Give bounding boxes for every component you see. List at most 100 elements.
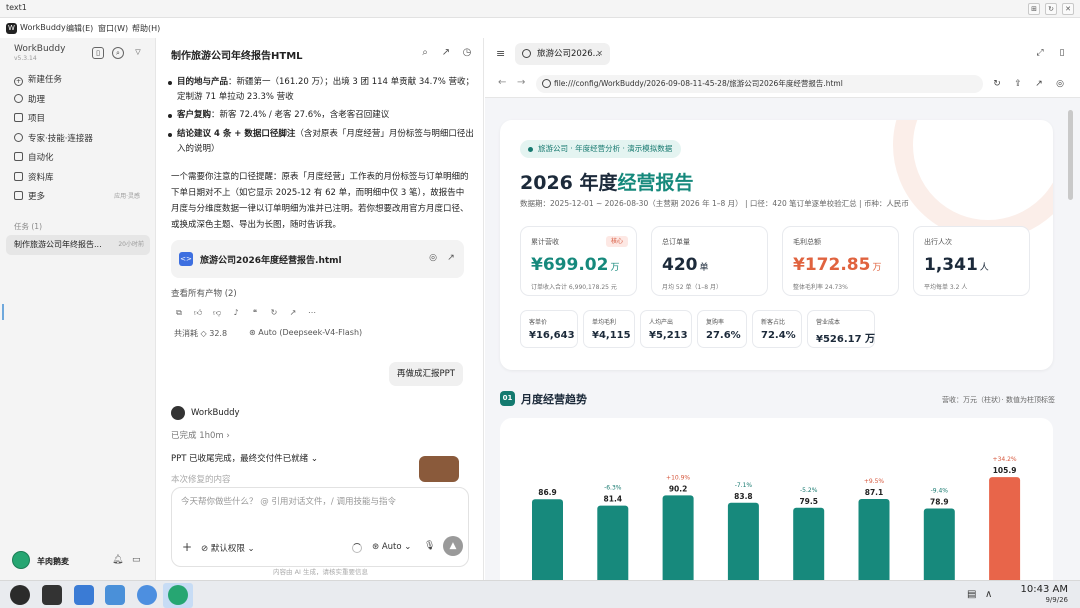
expert-icon bbox=[14, 133, 23, 142]
bar-change-label: -6.3% bbox=[604, 485, 622, 492]
sidebar-item-label: 助理 bbox=[28, 95, 46, 105]
microphone-icon[interactable]: 🎙︎ bbox=[424, 541, 435, 551]
more-icon[interactable]: ⋯ bbox=[307, 308, 317, 318]
sidebar: WorkBuddy v5.3.14 ▯ ⌕ ▽ + 新建任务 助理 项目 专家·技… bbox=[0, 38, 156, 580]
sidebar-item-more[interactable]: 更多 应用·灵感 bbox=[14, 188, 150, 206]
chat-panel: 制作旅游公司年终报告HTML ⌕ ↗ ◷ 目的地与产品：新疆第一（161.20 … bbox=[157, 38, 484, 580]
send-button[interactable]: ▲ bbox=[443, 536, 463, 556]
preview-pane: ≡ 旅游公司2026... ✕ ⤢ ▯ ← → file:///config/W… bbox=[485, 38, 1080, 580]
sidebar-version: v5.3.14 bbox=[14, 55, 37, 62]
speaker-icon[interactable]: ♪ bbox=[231, 308, 241, 318]
tab-bar: ≡ 旅游公司2026... ✕ ⤢ ▯ bbox=[485, 38, 1080, 70]
address-bar[interactable]: file:///config/WorkBuddy/2026-09-08-11-4… bbox=[536, 75, 983, 93]
close-tab-icon[interactable]: ✕ bbox=[596, 43, 603, 65]
share-icon[interactable]: ↗ bbox=[1032, 77, 1046, 91]
avatar bbox=[12, 551, 30, 569]
share-icon[interactable]: ↗ bbox=[288, 308, 298, 318]
browser-icon[interactable] bbox=[137, 585, 157, 605]
window-menu-icon[interactable]: ⊞ bbox=[1028, 3, 1040, 15]
chat-paragraph: 一个需要你注意的口径提醒：原表「月度经营」工作表的月份标签与订单明细的下单日期对… bbox=[171, 172, 469, 230]
menu-window[interactable]: 窗口(W) bbox=[98, 23, 128, 34]
sidebar-item-assistant[interactable]: 助理 bbox=[14, 91, 150, 109]
bar-value-label: 90.2 bbox=[669, 484, 688, 493]
final-message: PPT 已收尾完成，最终交付件已就绪 ⌄ bbox=[171, 454, 318, 464]
plus-icon[interactable]: + bbox=[182, 540, 192, 554]
hamburger-menu-icon[interactable]: ≡ bbox=[496, 47, 505, 60]
open-external-icon[interactable]: ↗ bbox=[445, 252, 457, 264]
search-icon[interactable]: ⌕ bbox=[112, 47, 124, 59]
user-profile[interactable]: 羊肉鹅麦 🔔︎ ▭ bbox=[12, 551, 152, 571]
sidebar-tasks-header[interactable]: 任务 (1) bbox=[14, 221, 42, 232]
bar-value-label: 83.8 bbox=[734, 492, 753, 501]
window-refresh-icon[interactable]: ↻ bbox=[1045, 3, 1057, 15]
search-icon[interactable]: ⌕ bbox=[419, 47, 431, 59]
panel-icon[interactable]: ▯ bbox=[1055, 46, 1069, 60]
globe-icon[interactable]: ◎ bbox=[1053, 77, 1067, 91]
forward-icon[interactable]: → bbox=[517, 77, 525, 88]
chat-input[interactable]: 今天帮你做些什么？ @ 引用对话文件，/ 调用技能与指令 + ⊘ 默认权限 ⌄ … bbox=[171, 487, 469, 567]
monthly-revenue-chart: 86.91 月81.4-6.3%2 月90.2+10.9%3 月83.8-7.1… bbox=[532, 456, 1021, 580]
sidebar-item-label: 资料库 bbox=[28, 173, 54, 183]
decorative-ring bbox=[893, 120, 1053, 240]
bar-value-label: 105.9 bbox=[993, 466, 1017, 475]
window-titlebar: text1 ⊞ ↻ ✕ bbox=[0, 0, 1080, 18]
quote-icon[interactable]: ❝ bbox=[250, 308, 260, 318]
file-card[interactable]: <> 旅游公司2026年度经营报告.html ◎ ↗ bbox=[171, 240, 464, 278]
folder-icon bbox=[14, 113, 23, 122]
browser-tab[interactable]: 旅游公司2026... ✕ bbox=[515, 43, 610, 65]
chevron-up-icon[interactable]: ∧ bbox=[985, 589, 992, 600]
app-menubar: W WorkBuddy 编辑(E) 窗口(W) 帮助(H) bbox=[0, 18, 484, 38]
chart-bar bbox=[597, 505, 629, 580]
thumbs-up-icon[interactable]: 👍︎ bbox=[193, 308, 203, 318]
permission-select[interactable]: ⊘ 默认权限 ⌄ bbox=[201, 542, 255, 554]
all-products-link[interactable]: 查看所有产物 (2) bbox=[171, 287, 237, 299]
filter-icon[interactable]: ▽ bbox=[132, 47, 144, 59]
app-name: WorkBuddy bbox=[20, 23, 66, 32]
sidebar-item-experts[interactable]: 专家·技能·连接器 bbox=[14, 130, 150, 148]
sidebar-item-label: 更多 bbox=[28, 192, 46, 202]
sidebar-item-projects[interactable]: 项目 bbox=[14, 110, 150, 128]
message-icon[interactable]: ▭ bbox=[132, 555, 141, 565]
menu-help[interactable]: 帮助(H) bbox=[132, 23, 160, 34]
sidebar-toggle-icon[interactable]: ▯ bbox=[92, 47, 104, 59]
sidebar-item-automation[interactable]: 自动化 bbox=[14, 149, 150, 167]
bar-change-label: -7.1% bbox=[735, 482, 753, 489]
folder-icon[interactable] bbox=[105, 585, 125, 605]
clock[interactable]: 10:43 AM 9/9/26 bbox=[1021, 584, 1068, 604]
retry-icon[interactable]: ↻ bbox=[269, 308, 279, 318]
sidebar-item-label: 专家·技能·连接器 bbox=[28, 134, 93, 144]
task-status[interactable]: 已完成 1h0m › bbox=[171, 429, 230, 441]
token-cost: 共消耗 ◇ 32.8 bbox=[174, 329, 228, 338]
globe-icon[interactable]: ◎ bbox=[427, 252, 439, 264]
file-manager-icon[interactable] bbox=[74, 585, 94, 605]
bar-value-label: 86.9 bbox=[538, 488, 557, 497]
start-menu-icon[interactable] bbox=[10, 585, 30, 605]
window-close-icon[interactable]: ✕ bbox=[1062, 3, 1074, 15]
sidebar-item-new-task[interactable]: + 新建任务 bbox=[14, 71, 150, 89]
list-item: 结论建议 4 条 + 数据口径脚注（含对原表「月度经营」月份标签与明细口径出入的… bbox=[168, 127, 475, 157]
plus-icon: + bbox=[14, 77, 23, 86]
terminal-icon[interactable] bbox=[42, 585, 62, 605]
url-text: file:///config/WorkBuddy/2026-09-08-11-4… bbox=[554, 79, 843, 88]
history-icon[interactable]: ◷ bbox=[461, 47, 473, 59]
share-icon[interactable]: ↗ bbox=[440, 47, 452, 59]
back-icon[interactable]: ← bbox=[498, 77, 506, 88]
expand-icon[interactable]: ⤢ bbox=[1033, 46, 1047, 60]
model-select[interactable]: ⊛ Auto ⌄ bbox=[372, 542, 411, 552]
section-number: 01 bbox=[500, 391, 515, 406]
list-item: 客户复购：新客 72.4% / 老客 27.6%，含老客召回建议 bbox=[168, 108, 475, 123]
menu-edit[interactable]: 编辑(E) bbox=[66, 23, 93, 34]
bar-change-label: -5.2% bbox=[800, 487, 818, 494]
sidebar-item-library[interactable]: 资料库 bbox=[14, 169, 150, 187]
bell-icon[interactable]: 🔔︎ bbox=[112, 555, 123, 565]
clipboard-icon[interactable]: ▤ bbox=[967, 589, 976, 600]
list-item: 目的地与产品：新疆第一（161.20 万）；出境 3 团 114 单贡献 34.… bbox=[168, 75, 475, 105]
workbuddy-app-icon[interactable] bbox=[168, 585, 188, 605]
copy-icon[interactable]: ⧉ bbox=[174, 308, 184, 318]
sidebar-task-item[interactable]: 制作旅游公司年终报告... 20小时前 bbox=[6, 235, 150, 255]
thumbs-down-icon[interactable]: 👎︎ bbox=[212, 308, 222, 318]
reload-icon[interactable]: ↻ bbox=[990, 77, 1004, 91]
upload-icon[interactable]: ⇪ bbox=[1011, 77, 1025, 91]
code-file-icon: <> bbox=[179, 252, 193, 266]
scrollbar[interactable] bbox=[1068, 110, 1073, 200]
